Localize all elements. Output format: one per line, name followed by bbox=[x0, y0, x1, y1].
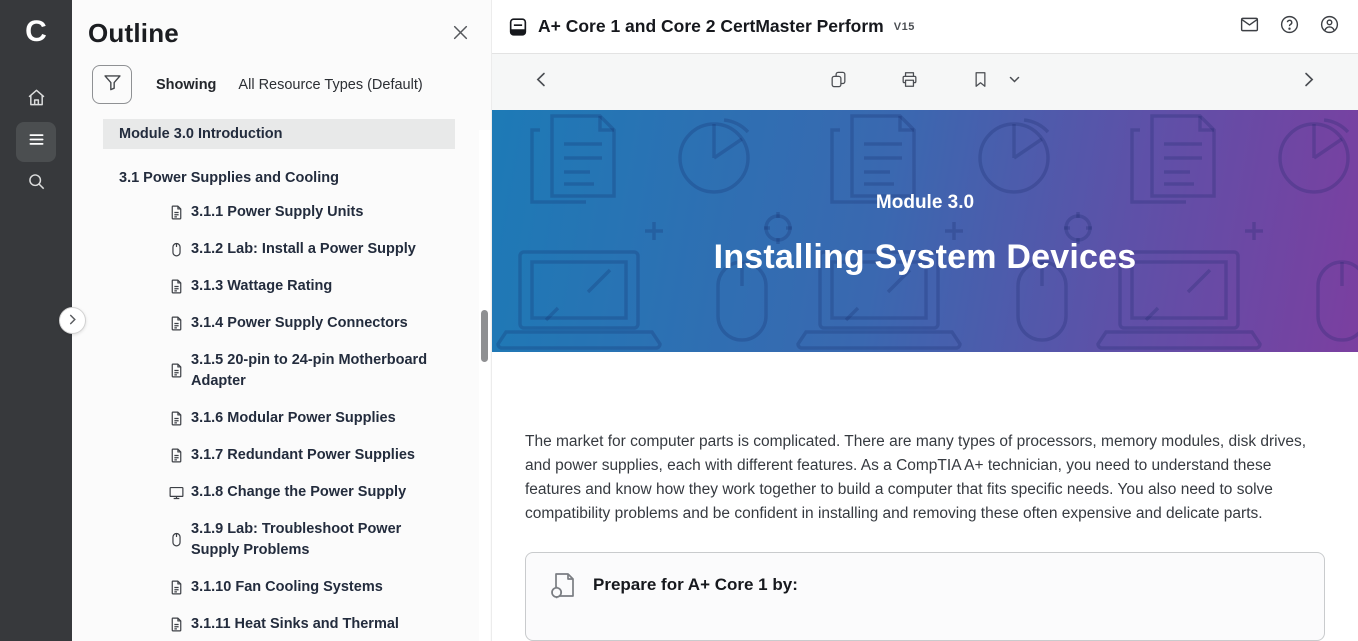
outline-item-label: 3.1.1 Power Supply Units bbox=[191, 202, 363, 223]
bookmark-menu-button[interactable] bbox=[1008, 73, 1021, 91]
document-icon bbox=[168, 314, 186, 334]
course-version-badge: V15 bbox=[894, 21, 915, 33]
help-button[interactable] bbox=[1279, 14, 1300, 40]
lab-mouse-icon bbox=[168, 240, 186, 260]
outline-item-label: 3.1.3 Wattage Rating bbox=[191, 276, 332, 297]
simulation-monitor-icon bbox=[168, 483, 186, 503]
outline-menu-button[interactable] bbox=[16, 122, 56, 162]
main-content: A+ Core 1 and Core 2 CertMaster Perform … bbox=[492, 0, 1358, 641]
outline-title: Outline bbox=[88, 18, 179, 49]
print-button[interactable] bbox=[900, 70, 919, 94]
outline-item-label: 3.1.7 Redundant Power Supplies bbox=[191, 445, 415, 466]
filter-button[interactable] bbox=[92, 65, 132, 104]
lesson-body: The market for computer parts is complic… bbox=[492, 352, 1358, 641]
outline-item-label: 3.1.10 Fan Cooling Systems bbox=[191, 577, 383, 598]
next-page-button[interactable] bbox=[1299, 70, 1318, 94]
outline-item[interactable]: 3.1.6 Modular Power Supplies bbox=[103, 408, 455, 429]
intro-paragraph: The market for computer parts is complic… bbox=[525, 430, 1325, 526]
app-window: C Outline Showing All Resource Types (De… bbox=[0, 0, 1358, 641]
outline-item[interactable]: 3.1.3 Wattage Rating bbox=[103, 276, 455, 297]
outline-item[interactable]: 3.1.11 Heat Sinks and Thermal bbox=[103, 614, 455, 635]
chevron-right-icon bbox=[1299, 70, 1318, 94]
outline-item[interactable]: 3.1.10 Fan Cooling Systems bbox=[103, 577, 455, 598]
outline-item-label: 3.1.11 Heat Sinks and Thermal bbox=[191, 614, 399, 635]
document-icon bbox=[168, 203, 186, 223]
prepare-heading: Prepare for A+ Core 1 by: bbox=[593, 575, 798, 595]
panel-collapse-handle[interactable] bbox=[59, 307, 86, 334]
outline-scrollbar-thumb[interactable] bbox=[481, 310, 488, 362]
chevron-down-icon bbox=[1008, 73, 1021, 91]
menu-icon bbox=[26, 129, 47, 155]
course-header: A+ Core 1 and Core 2 CertMaster Perform … bbox=[492, 0, 1358, 54]
lab-mouse-icon bbox=[168, 530, 186, 550]
showing-label: Showing bbox=[156, 77, 216, 93]
filter-value[interactable]: All Resource Types (Default) bbox=[238, 77, 422, 93]
outline-item-label: 3.1.6 Modular Power Supplies bbox=[191, 408, 396, 429]
previous-page-button[interactable] bbox=[532, 70, 551, 94]
home-button[interactable] bbox=[16, 80, 56, 120]
module-number: Module 3.0 bbox=[876, 192, 974, 214]
course-title: A+ Core 1 and Core 2 CertMaster Perform bbox=[538, 16, 884, 37]
outline-item[interactable]: 3.1.4 Power Supply Connectors bbox=[103, 313, 455, 334]
bookmark-button[interactable] bbox=[971, 70, 990, 94]
outline-item-label: 3.1.5 20-pin to 24-pin Motherboard Adapt… bbox=[191, 350, 431, 392]
document-icon bbox=[168, 361, 186, 381]
outline-item[interactable]: 3.1.8 Change the Power Supply bbox=[103, 482, 455, 503]
module-hero-banner: Module 3.0 Installing System Devices bbox=[492, 110, 1358, 352]
prepare-card: Prepare for A+ Core 1 by: bbox=[525, 552, 1325, 641]
comptia-logo: C bbox=[25, 10, 47, 54]
outline-item-label: 3.1.4 Power Supply Connectors bbox=[191, 313, 408, 334]
print-icon bbox=[900, 70, 919, 94]
outline-item-label: 3.1.2 Lab: Install a Power Supply bbox=[191, 239, 416, 260]
outline-item-label: 3.1.9 Lab: Troubleshoot Power Supply Pro… bbox=[191, 519, 431, 561]
document-icon bbox=[168, 446, 186, 466]
outline-section-header[interactable]: 3.1 Power Supplies and Cooling bbox=[103, 170, 455, 186]
messages-button[interactable] bbox=[1239, 14, 1260, 40]
document-icon bbox=[168, 578, 186, 598]
funnel-icon bbox=[102, 72, 123, 98]
outline-item[interactable]: 3.1.1 Power Supply Units bbox=[103, 202, 455, 223]
outline-list: Module 3.0 Introduction 3.1 Power Suppli… bbox=[103, 119, 455, 635]
search-button[interactable] bbox=[16, 164, 56, 204]
course-book-icon bbox=[507, 16, 529, 38]
account-icon bbox=[1319, 14, 1340, 40]
copy-icon bbox=[829, 70, 848, 94]
help-icon bbox=[1279, 14, 1300, 40]
module-title: Installing System Devices bbox=[714, 238, 1137, 277]
outline-item-selected[interactable]: Module 3.0 Introduction bbox=[103, 119, 455, 149]
outline-item-label: 3.1.8 Change the Power Supply bbox=[191, 482, 406, 503]
bookmark-icon bbox=[971, 70, 990, 94]
account-button[interactable] bbox=[1319, 14, 1340, 40]
outline-panel: Outline Showing All Resource Types (Defa… bbox=[72, 0, 492, 641]
copy-button[interactable] bbox=[829, 70, 848, 94]
close-outline-button[interactable] bbox=[452, 24, 469, 46]
filter-row: Showing All Resource Types (Default) bbox=[92, 65, 491, 104]
document-icon bbox=[168, 409, 186, 429]
document-gear-icon bbox=[548, 570, 578, 600]
home-icon bbox=[26, 87, 47, 113]
chevron-left-icon bbox=[532, 70, 551, 94]
chevron-right-icon bbox=[67, 312, 78, 330]
close-icon bbox=[452, 28, 469, 45]
document-icon bbox=[168, 615, 186, 635]
outline-item[interactable]: 3.1.9 Lab: Troubleshoot Power Supply Pro… bbox=[103, 519, 455, 561]
outline-item[interactable]: 3.1.2 Lab: Install a Power Supply bbox=[103, 239, 455, 260]
document-icon bbox=[168, 277, 186, 297]
outline-item[interactable]: 3.1.7 Redundant Power Supplies bbox=[103, 445, 455, 466]
outline-item[interactable]: 3.1.5 20-pin to 24-pin Motherboard Adapt… bbox=[103, 350, 455, 392]
search-icon bbox=[26, 171, 47, 197]
mail-icon bbox=[1239, 14, 1260, 40]
outline-scrollbar[interactable] bbox=[479, 130, 490, 641]
reader-toolbar bbox=[492, 54, 1358, 110]
